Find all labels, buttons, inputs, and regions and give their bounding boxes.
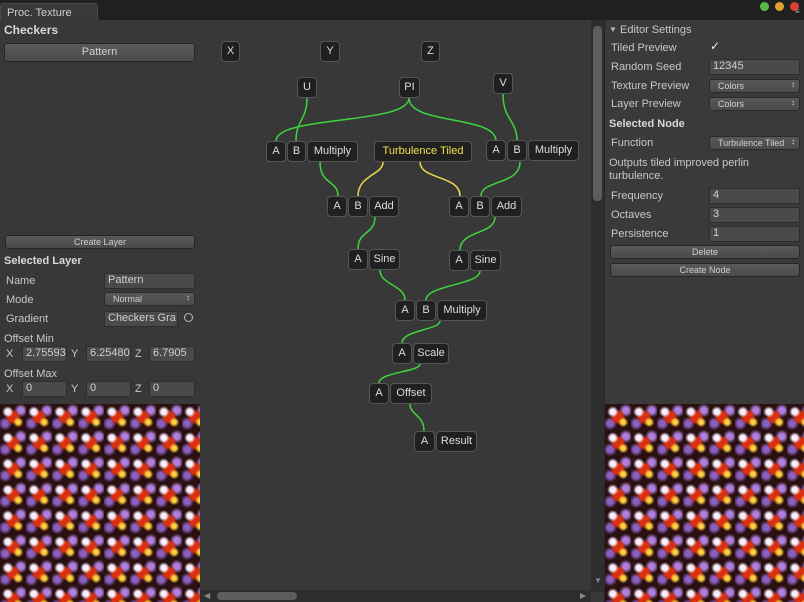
node-input-pi[interactable]: PI	[399, 77, 420, 98]
scroll-right-icon[interactable]: ▶	[580, 591, 586, 600]
octaves-label: Octaves	[611, 209, 652, 221]
node-sine-right[interactable]: Sine	[470, 250, 501, 271]
node-description: Outputs tiled improved perlin turbulence…	[609, 157, 750, 182]
texture-preview-dropdown[interactable]: Colors	[709, 79, 800, 93]
octaves-input[interactable]: 3	[709, 207, 800, 223]
persistence-label: Persistence	[611, 228, 669, 240]
scroll-left-icon[interactable]: ◀	[204, 591, 210, 600]
output-texture-preview	[605, 404, 804, 602]
vertical-scrollbar-thumb[interactable]	[593, 26, 602, 201]
node-sine-left[interactable]: Sine	[369, 249, 400, 270]
persistence-input[interactable]: 1	[709, 226, 800, 242]
layer-preview-dropdown[interactable]: Colors	[709, 97, 800, 111]
random-seed-label: Random Seed	[611, 61, 682, 73]
port-a[interactable]: A	[327, 196, 347, 217]
node-result[interactable]: Result	[436, 431, 477, 452]
port-a[interactable]: A	[266, 141, 286, 162]
port-b[interactable]: B	[507, 140, 527, 161]
port-a[interactable]: A	[348, 249, 368, 270]
node-multiply-right[interactable]: Multiply	[528, 140, 579, 161]
node-add-left[interactable]: Add	[369, 196, 399, 217]
frequency-label: Frequency	[611, 190, 663, 202]
node-turbulence-tiled[interactable]: Turbulence Tiled	[374, 141, 472, 162]
port-a[interactable]: A	[486, 140, 506, 161]
port-b[interactable]: B	[287, 141, 306, 162]
function-label: Function	[611, 137, 654, 149]
tiled-preview-label: Tiled Preview	[611, 42, 677, 54]
random-seed-input[interactable]: 12345	[709, 59, 800, 75]
frequency-input[interactable]: 4	[709, 188, 800, 204]
function-dropdown[interactable]: Turbulence Tiled	[709, 136, 800, 150]
selected-node-header: Selected Node	[609, 118, 685, 130]
node-add-right[interactable]: Add	[491, 196, 522, 217]
node-input-y[interactable]: Y	[320, 41, 340, 62]
tiled-preview-checkbox[interactable]: ✓	[710, 40, 723, 53]
foldout-arrow-icon[interactable]: ▼	[609, 25, 617, 34]
node-multiply-left[interactable]: Multiply	[307, 141, 358, 162]
port-b[interactable]: B	[348, 196, 368, 217]
node-input-u[interactable]: U	[297, 77, 317, 98]
scroll-down-icon[interactable]: ▼	[594, 576, 602, 585]
port-b[interactable]: B	[416, 300, 436, 321]
editor-settings-header[interactable]: Editor Settings	[620, 24, 692, 36]
node-input-z[interactable]: Z	[421, 41, 440, 62]
node-input-x[interactable]: X	[221, 41, 240, 62]
port-a[interactable]: A	[369, 383, 389, 404]
horizontal-scrollbar-thumb[interactable]	[217, 592, 297, 600]
node-offset[interactable]: Offset	[390, 383, 432, 404]
port-a[interactable]: A	[392, 343, 412, 364]
delete-node-button[interactable]: Delete	[610, 245, 800, 259]
node-input-v[interactable]: V	[493, 73, 513, 94]
create-node-button[interactable]: Create Node	[610, 263, 800, 277]
port-a[interactable]: A	[449, 250, 469, 271]
port-a[interactable]: A	[414, 431, 435, 452]
node-multiply-center[interactable]: Multiply	[437, 300, 487, 321]
port-a[interactable]: A	[449, 196, 469, 217]
port-b[interactable]: B	[470, 196, 490, 217]
node-scale[interactable]: Scale	[413, 343, 449, 364]
texture-preview-label: Texture Preview	[611, 80, 690, 92]
layer-preview-label: Layer Preview	[611, 98, 681, 110]
port-a[interactable]: A	[395, 300, 415, 321]
